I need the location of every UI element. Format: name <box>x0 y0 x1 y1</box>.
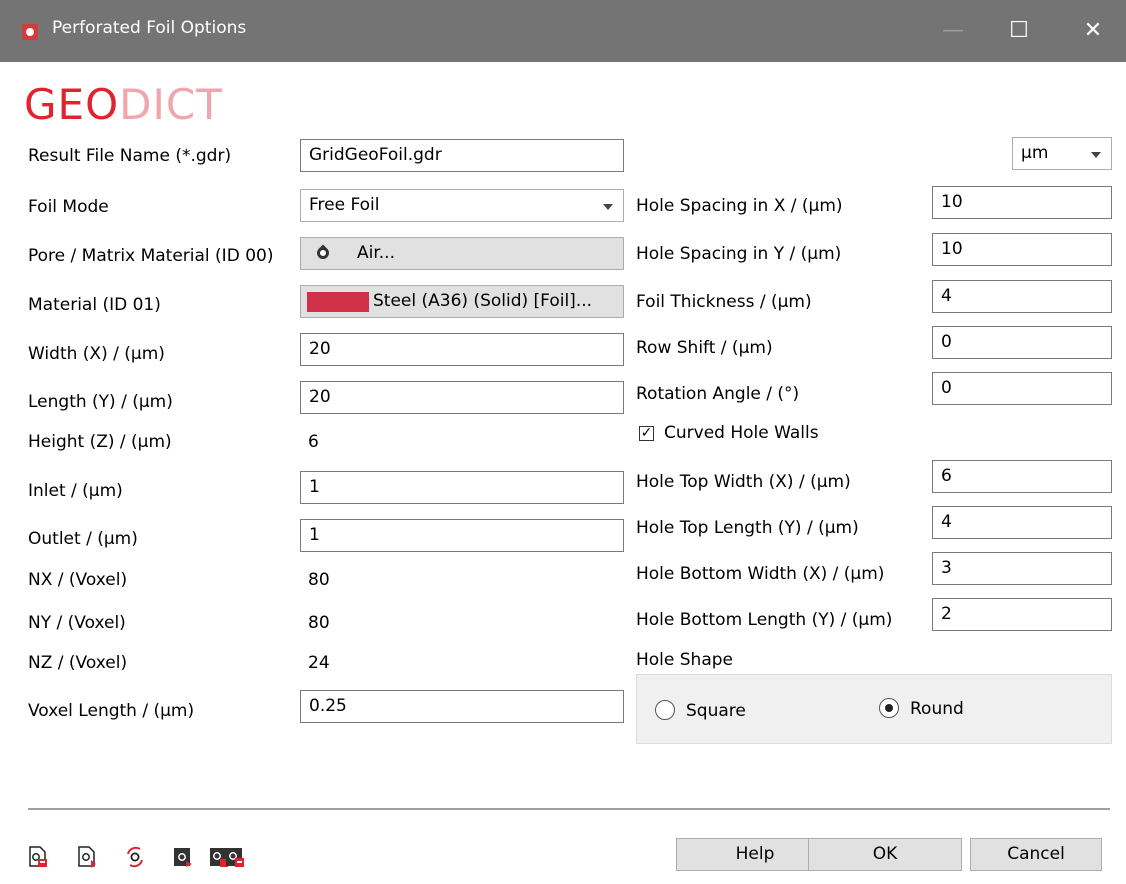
hole-top-width-label: Hole Top Width (X) / (µm) <box>636 472 851 492</box>
nz-value: 24 <box>308 653 330 673</box>
close-button[interactable]: ✕ <box>1070 14 1116 48</box>
inlet-label: Inlet / (µm) <box>28 481 123 501</box>
ny-label: NY / (Voxel) <box>28 613 126 633</box>
hole-shape-round-label: Round <box>910 699 964 719</box>
hole-shape-label: Hole Shape <box>636 650 734 670</box>
foil-thickness-label: Foil Thickness / (µm) <box>636 292 812 312</box>
load-settings-icon[interactable] <box>77 846 97 868</box>
row-shift-input[interactable]: 0 <box>932 326 1112 359</box>
hole-shape-round-radio[interactable] <box>879 698 899 718</box>
hole-shape-square-label: Square <box>686 701 746 721</box>
pore-material-value: Air... <box>357 243 395 263</box>
geodict-logo: GEODICT <box>24 80 223 129</box>
hole-bottom-width-label: Hole Bottom Width (X) / (µm) <box>636 564 885 584</box>
height-label: Height (Z) / (µm) <box>28 432 172 452</box>
row-shift-label: Row Shift / (µm) <box>636 338 773 358</box>
pore-material-button[interactable]: Air... <box>300 237 624 270</box>
voxel-length-input[interactable]: 0.25 <box>300 690 624 723</box>
drop-icon <box>314 244 332 262</box>
ny-value: 80 <box>308 613 330 633</box>
hole-spacing-y-input[interactable]: 10 <box>932 233 1112 266</box>
result-file-input[interactable]: GridGeoFoil.gdr <box>300 139 624 172</box>
hole-spacing-y-label: Hole Spacing in Y / (µm) <box>636 244 842 264</box>
rotation-angle-input[interactable]: 0 <box>932 372 1112 405</box>
window-title: Perforated Foil Options <box>52 18 247 38</box>
chevron-down-icon <box>603 204 613 210</box>
material-color-swatch <box>307 292 369 312</box>
width-input[interactable]: 20 <box>300 333 624 366</box>
hole-spacing-x-label: Hole Spacing in X / (µm) <box>636 196 843 216</box>
hole-top-width-input[interactable]: 6 <box>932 460 1112 493</box>
hole-spacing-x-input[interactable]: 10 <box>932 186 1112 219</box>
unit-select-value: µm <box>1021 143 1049 163</box>
save-settings-icon[interactable] <box>28 846 48 868</box>
nx-label: NX / (Voxel) <box>28 570 128 590</box>
outlet-input[interactable]: 1 <box>300 519 624 552</box>
length-label: Length (Y) / (µm) <box>28 392 173 412</box>
ok-button[interactable]: OK <box>808 838 962 871</box>
foil-thickness-input[interactable]: 4 <box>932 280 1112 313</box>
curved-hole-walls-checkbox[interactable]: ✓ <box>639 426 654 441</box>
material-button[interactable]: Steel (A36) (Solid) [Foil]... <box>300 285 624 318</box>
material-value: Steel (A36) (Solid) [Foil]... <box>373 291 593 311</box>
voxel-length-label: Voxel Length / (µm) <box>28 701 195 721</box>
macro-settings-icon[interactable] <box>173 846 193 868</box>
hole-bottom-width-input[interactable]: 3 <box>932 552 1112 585</box>
result-file-label: Result File Name (*.gdr) <box>28 146 232 166</box>
curved-hole-walls-label: Curved Hole Walls <box>664 423 819 443</box>
app-icon <box>22 24 38 40</box>
outlet-label: Outlet / (µm) <box>28 529 138 549</box>
nx-value: 80 <box>308 570 330 590</box>
hole-bottom-length-label: Hole Bottom Length (Y) / (µm) <box>636 610 893 630</box>
maximize-button[interactable]: ☐ <box>996 14 1042 48</box>
length-input[interactable]: 20 <box>300 381 624 414</box>
footer-separator <box>28 808 1110 810</box>
unit-select[interactable]: µm <box>1012 137 1112 170</box>
foil-mode-select[interactable]: Free Foil <box>300 189 624 222</box>
foil-mode-value: Free Foil <box>309 195 380 215</box>
nz-label: NZ / (Voxel) <box>28 653 128 673</box>
hole-top-length-input[interactable]: 4 <box>932 506 1112 539</box>
pore-material-label: Pore / Matrix Material (ID 00) <box>28 246 274 266</box>
minimize-button[interactable]: — <box>930 14 976 48</box>
chevron-down-icon <box>1091 152 1101 158</box>
cancel-button[interactable]: Cancel <box>970 838 1102 871</box>
width-label: Width (X) / (µm) <box>28 344 165 364</box>
title-bar: Perforated Foil Options — ☐ ✕ <box>0 0 1126 62</box>
rotation-angle-label: Rotation Angle / (°) <box>636 384 800 404</box>
material-label: Material (ID 01) <box>28 295 161 315</box>
import-settings-icon[interactable] <box>225 846 245 868</box>
foil-mode-label: Foil Mode <box>28 197 109 217</box>
hole-bottom-length-input[interactable]: 2 <box>932 598 1112 631</box>
hole-top-length-label: Hole Top Length (Y) / (µm) <box>636 518 859 538</box>
reset-settings-icon[interactable] <box>125 846 145 868</box>
hole-shape-square-radio[interactable] <box>655 700 675 720</box>
inlet-input[interactable]: 1 <box>300 471 624 504</box>
height-value: 6 <box>308 432 319 452</box>
